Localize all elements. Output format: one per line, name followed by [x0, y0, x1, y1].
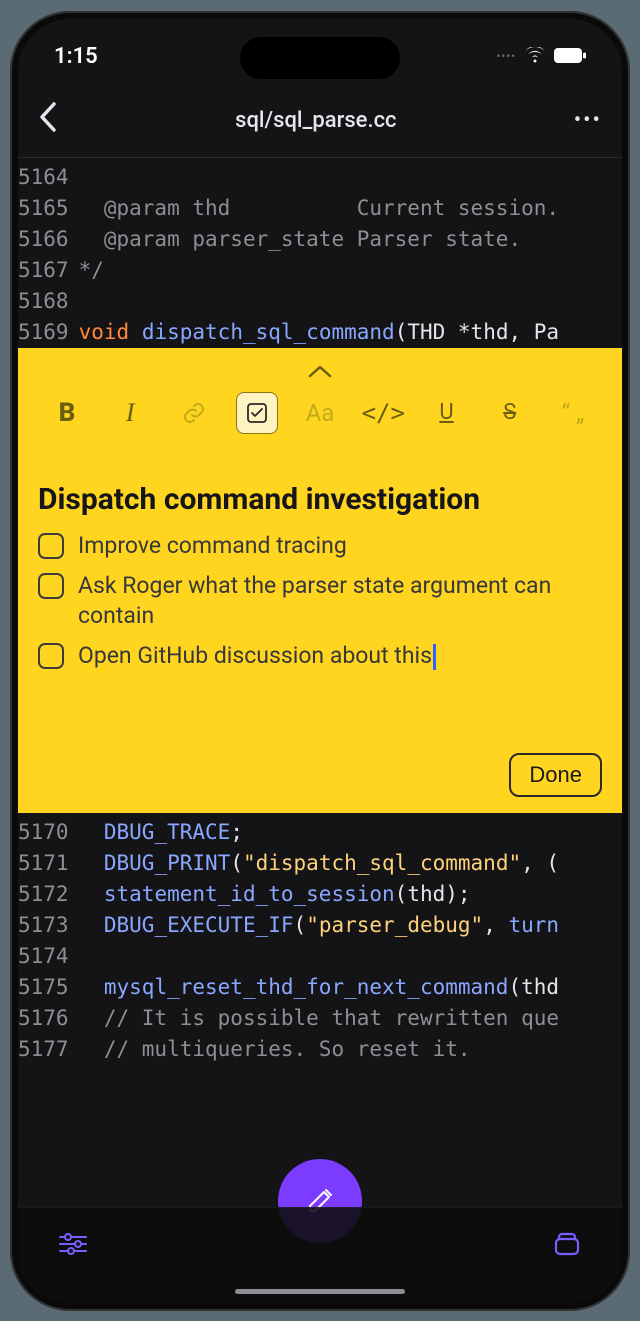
battery-icon [554, 44, 586, 69]
task-list[interactable]: Improve command tracing Ask Roger what th… [38, 531, 602, 671]
task-text[interactable]: Ask Roger what the parser state argument… [78, 571, 602, 631]
code-line: 5177 // multiqueries. So reset it. [18, 1034, 622, 1065]
line-number: 5177 [18, 1034, 79, 1065]
files-stack-icon[interactable] [552, 1231, 582, 1261]
code-content: @param thd Current session. [79, 193, 559, 224]
line-number: 5165 [18, 193, 79, 224]
format-underline-button[interactable]: U [426, 392, 468, 434]
dynamic-island [240, 37, 400, 79]
cellular-dots-icon: •••• [496, 50, 516, 63]
code-line: 5170 DBUG_TRACE; [18, 817, 622, 848]
code-content: statement_id_to_session(thd); [79, 879, 471, 910]
format-code-button[interactable]: </> [362, 392, 404, 434]
code-line: 5166 @param parser_state Parser state. [18, 224, 622, 255]
code-line: 5174 [18, 941, 622, 972]
task-item[interactable]: Improve command tracing [38, 531, 602, 561]
wifi-icon [524, 44, 546, 69]
page-title: sql/sql_parse.cc [235, 108, 396, 133]
code-content: // It is possible that rewritten que [79, 1003, 559, 1034]
code-line: 5175 mysql_reset_thd_for_next_command(th… [18, 972, 622, 1003]
format-quote-button[interactable]: “ „ [552, 392, 594, 434]
format-toolbar: B I Aa </> U S “ „ [38, 384, 602, 452]
line-number: 5176 [18, 1003, 79, 1034]
code-line: 5169void dispatch_sql_command(THD *thd, … [18, 317, 622, 348]
code-content: mysql_reset_thd_for_next_command(thd [79, 972, 559, 1003]
line-number: 5166 [18, 224, 79, 255]
code-content: */ [79, 255, 104, 286]
line-number: 5167 [18, 255, 79, 286]
task-text[interactable]: Open GitHub discussion about this [78, 641, 436, 671]
more-button[interactable]: ••• [574, 108, 602, 133]
app-header: sql/sql_parse.cc ••• [18, 77, 622, 157]
format-strike-button[interactable]: S [489, 392, 531, 434]
line-number: 5169 [18, 317, 79, 348]
code-line: 5172 statement_id_to_session(thd); [18, 879, 622, 910]
phone-frame: 1:15 •••• sql/sql_parse.cc ••• 51645165 … [10, 11, 630, 1311]
status-right: •••• [496, 44, 586, 69]
format-textstyle-button[interactable]: Aa [299, 392, 341, 434]
code-content: DBUG_PRINT("dispatch_sql_command", ( [79, 848, 559, 879]
checkbox[interactable] [38, 573, 64, 599]
format-link-button[interactable] [173, 392, 215, 434]
note-title[interactable]: Dispatch command investigation [38, 482, 602, 517]
line-number: 5168 [18, 286, 79, 317]
note-panel: B I Aa </> U S “ „ Dispatch command inve… [18, 348, 622, 813]
task-item[interactable]: Open GitHub discussion about this [38, 641, 602, 671]
code-line: 5167*/ [18, 255, 622, 286]
code-line: 5176 // It is possible that rewritten qu… [18, 1003, 622, 1034]
line-number: 5173 [18, 910, 79, 941]
format-checklist-button[interactable] [236, 392, 278, 434]
line-number: 5170 [18, 817, 79, 848]
checkbox[interactable] [38, 643, 64, 669]
checkbox[interactable] [38, 533, 64, 559]
code-content: void dispatch_sql_command(THD *thd, Pa [79, 317, 559, 348]
line-number: 5174 [18, 941, 79, 972]
code-view-bottom[interactable]: 5170 DBUG_TRACE;5171 DBUG_PRINT("dispatc… [18, 813, 622, 1066]
code-line: 5168 [18, 286, 622, 317]
code-content: DBUG_EXECUTE_IF("parser_debug", turn [79, 910, 560, 941]
settings-sliders-icon[interactable] [58, 1232, 88, 1260]
line-number: 5175 [18, 972, 79, 1003]
line-number: 5164 [18, 162, 79, 193]
done-button[interactable]: Done [509, 753, 602, 797]
code-line: 5171 DBUG_PRINT("dispatch_sql_command", … [18, 848, 622, 879]
task-text[interactable]: Improve command tracing [78, 531, 347, 561]
collapse-chevron-icon[interactable] [38, 358, 602, 384]
line-number: 5172 [18, 879, 79, 910]
code-content: // multiqueries. So reset it. [79, 1034, 471, 1065]
code-line: 5173 DBUG_EXECUTE_IF("parser_debug", tur… [18, 910, 622, 941]
phone-screen: 1:15 •••• sql/sql_parse.cc ••• 51645165 … [18, 19, 622, 1303]
back-button[interactable] [38, 101, 58, 141]
code-view-top[interactable]: 51645165 @param thd Current session.5166… [18, 157, 622, 348]
code-content: DBUG_TRACE; [79, 817, 243, 848]
format-italic-button[interactable]: I [109, 392, 151, 434]
text-cursor [433, 644, 436, 670]
line-number: 5171 [18, 848, 79, 879]
format-bold-button[interactable]: B [46, 392, 88, 434]
task-item[interactable]: Ask Roger what the parser state argument… [38, 571, 602, 631]
code-line: 5164 [18, 162, 622, 193]
home-indicator[interactable] [235, 1289, 405, 1294]
status-time: 1:15 [54, 44, 98, 69]
code-line: 5165 @param thd Current session. [18, 193, 622, 224]
code-content: @param parser_state Parser state. [79, 224, 522, 255]
